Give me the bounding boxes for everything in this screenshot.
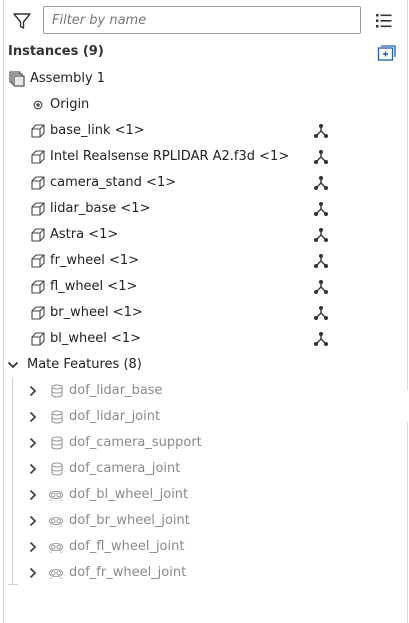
part-icon <box>31 176 45 190</box>
part-icon <box>31 228 45 242</box>
mate-row[interactable]: dof_camera_support <box>0 430 400 456</box>
mate-row[interactable]: dof_camera_joint <box>0 456 400 482</box>
part-instance-row[interactable]: base_link <1> <box>0 118 400 144</box>
part-instance-row[interactable]: lidar_base <1> <box>0 196 400 222</box>
chevron-right-icon[interactable] <box>28 515 38 527</box>
mate-row[interactable]: dof_lidar_joint <box>0 404 400 430</box>
mate-label: dof_fl_wheel_joint <box>69 539 185 554</box>
part-instance-row[interactable]: fr_wheel <1> <box>0 248 400 274</box>
degrees-of-freedom-icon[interactable] <box>313 123 329 139</box>
part-instance-label: base_link <1> <box>50 123 145 138</box>
mate-features-folder[interactable]: Mate Features (8) <box>0 352 400 378</box>
mate-label: dof_fr_wheel_joint <box>69 565 187 580</box>
chevron-down-icon[interactable] <box>7 360 19 370</box>
fastened-mate-icon <box>51 436 63 450</box>
part-icon <box>31 150 45 164</box>
part-instance-label: lidar_base <1> <box>50 201 151 216</box>
mate-label: dof_camera_support <box>69 435 202 450</box>
degrees-of-freedom-icon[interactable] <box>313 253 329 269</box>
insert-instance-icon[interactable] <box>377 44 397 62</box>
list-view-icon[interactable] <box>375 12 393 30</box>
part-instance-row[interactable]: Astra <1> <box>0 222 400 248</box>
chevron-right-icon[interactable] <box>28 437 38 449</box>
revolute-mate-icon <box>48 568 64 580</box>
degrees-of-freedom-icon[interactable] <box>313 305 329 321</box>
origin-row[interactable]: Origin <box>0 92 400 118</box>
part-instance-label: camera_stand <1> <box>50 175 177 190</box>
degrees-of-freedom-icon[interactable] <box>313 331 329 347</box>
part-icon <box>31 202 45 216</box>
mate-label: dof_camera_joint <box>69 461 181 476</box>
assembly-row[interactable]: Assembly 1 <box>0 66 400 92</box>
fastened-mate-icon <box>51 462 63 476</box>
revolute-mate-icon <box>48 516 64 528</box>
mate-label: dof_bl_wheel_joint <box>69 487 189 502</box>
part-icon <box>31 332 45 346</box>
part-instance-row[interactable]: br_wheel <1> <box>0 300 400 326</box>
mate-label: dof_lidar_joint <box>69 409 161 424</box>
chevron-right-icon[interactable] <box>28 541 38 553</box>
part-instance-label: fl_wheel <1> <box>50 279 138 294</box>
part-instance-label: fr_wheel <1> <box>50 253 140 268</box>
mate-row[interactable]: dof_br_wheel_joint <box>0 508 400 534</box>
degrees-of-freedom-icon[interactable] <box>313 201 329 217</box>
instances-title: Instances (9) <box>8 44 104 59</box>
origin-icon <box>33 100 43 110</box>
part-instance-row[interactable]: Intel Realsense RPLIDAR A2.f3d <1> <box>0 144 400 170</box>
part-icon <box>31 124 45 138</box>
chevron-right-icon[interactable] <box>28 463 38 475</box>
part-instance-label: Intel Realsense RPLIDAR A2.f3d <1> <box>50 149 290 164</box>
fastened-mate-icon <box>51 384 63 398</box>
degrees-of-freedom-icon[interactable] <box>313 175 329 191</box>
mate-row[interactable]: dof_bl_wheel_joint <box>0 482 400 508</box>
mate-row[interactable]: dof_lidar_base <box>0 378 400 404</box>
assembly-icon <box>9 71 25 87</box>
mate-label: dof_br_wheel_joint <box>69 513 190 528</box>
part-instance-row[interactable]: camera_stand <1> <box>0 170 400 196</box>
mate-features-label: Mate Features (8) <box>27 357 142 372</box>
revolute-mate-icon <box>48 490 64 502</box>
part-instance-label: br_wheel <1> <box>50 305 143 320</box>
assembly-label: Assembly 1 <box>30 71 106 86</box>
chevron-right-icon[interactable] <box>28 567 38 579</box>
part-instance-label: Astra <1> <box>50 227 119 242</box>
filter-by-name-input[interactable] <box>43 6 361 34</box>
chevron-right-icon[interactable] <box>28 385 38 397</box>
origin-label: Origin <box>50 97 90 112</box>
instances-panel: Instances (9) Assembly 1 Origin base_lin… <box>0 0 409 623</box>
degrees-of-freedom-icon[interactable] <box>313 227 329 243</box>
part-icon <box>31 306 45 320</box>
mate-row[interactable]: dof_fl_wheel_joint <box>0 534 400 560</box>
chevron-right-icon[interactable] <box>28 411 38 423</box>
fastened-mate-icon <box>51 410 63 424</box>
chevron-right-icon[interactable] <box>28 489 38 501</box>
revolute-mate-icon <box>48 542 64 554</box>
filter-icon[interactable] <box>12 11 32 31</box>
part-instance-row[interactable]: fl_wheel <1> <box>0 274 400 300</box>
mate-row[interactable]: dof_fr_wheel_joint <box>0 560 400 586</box>
mate-label: dof_lidar_base <box>69 383 163 398</box>
degrees-of-freedom-icon[interactable] <box>313 279 329 295</box>
part-icon <box>31 280 45 294</box>
panel-right-border-lower <box>407 422 408 623</box>
panel-right-border <box>407 0 408 390</box>
part-icon <box>31 254 45 268</box>
degrees-of-freedom-icon[interactable] <box>313 149 329 165</box>
part-instance-label: bl_wheel <1> <box>50 331 142 346</box>
part-instance-row[interactable]: bl_wheel <1> <box>0 326 400 352</box>
